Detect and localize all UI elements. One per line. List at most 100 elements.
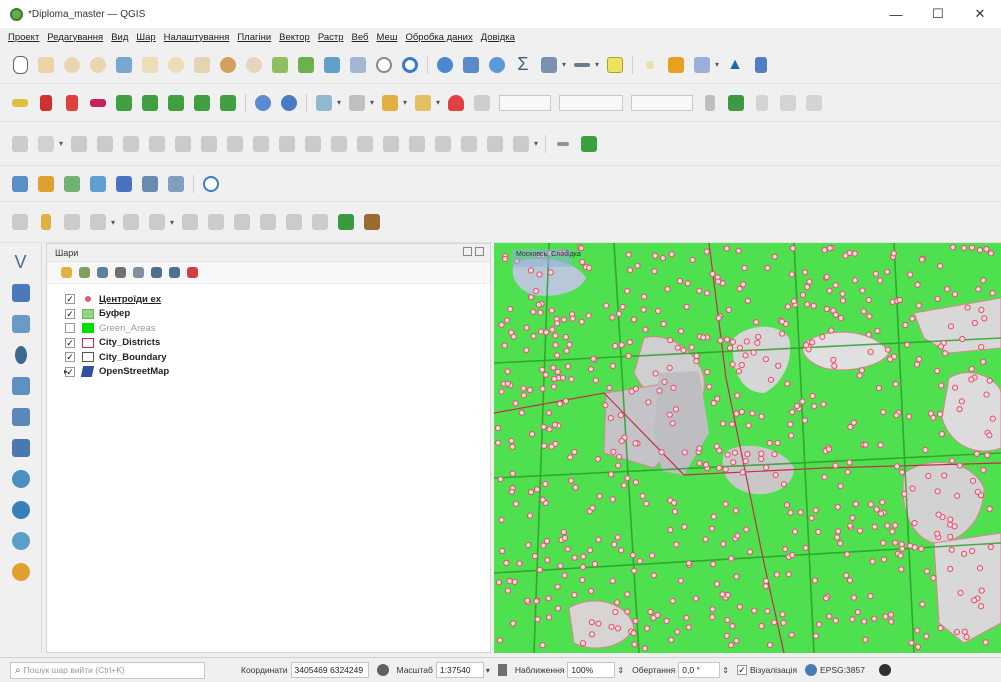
search-plugin-button[interactable] — [199, 173, 223, 195]
lock-scale-icon[interactable] — [497, 664, 507, 676]
reshape-button[interactable] — [802, 92, 826, 114]
add-raster-button[interactable] — [8, 282, 34, 304]
snapping-mode-field[interactable] — [631, 94, 694, 111]
toggle-edit-button[interactable] — [34, 211, 58, 233]
modify-attributes-dropdown-arrow[interactable]: ▾ — [170, 218, 174, 227]
graphical-modeler-button[interactable] — [360, 211, 384, 233]
processing-toolbox-button[interactable] — [577, 133, 601, 155]
crs-label[interactable]: EPSG:3857 — [820, 665, 865, 675]
digitize-segment-button[interactable] — [551, 133, 575, 155]
add-polygon-layer-button[interactable] — [86, 92, 110, 114]
menu-vector[interactable]: Вектор — [275, 32, 314, 43]
zoom-selection-button[interactable] — [138, 54, 162, 76]
menu-processing[interactable]: Обробка даних — [401, 32, 476, 43]
vertex-editor-button[interactable] — [119, 211, 143, 233]
layer-item[interactable]: ▸ ✓ OpenStreetMap — [47, 365, 490, 380]
map-tips-button[interactable] — [603, 54, 627, 76]
magnifier-field[interactable]: 100% — [567, 662, 616, 678]
undo-dropdown-arrow[interactable]: ▾ — [534, 139, 538, 148]
temporal-controller-button[interactable] — [320, 54, 344, 76]
clock-button[interactable] — [372, 54, 396, 76]
filter-legend-button[interactable] — [113, 266, 127, 280]
menu-edit[interactable]: Редагування — [43, 32, 107, 43]
vertex-tool-button[interactable] — [67, 133, 91, 155]
add-ring-button[interactable] — [197, 133, 221, 155]
layer-visibility-checkbox[interactable] — [65, 323, 75, 334]
magnet-button[interactable] — [444, 92, 468, 114]
select-by-expression-button[interactable] — [378, 92, 402, 114]
zoom-native-button[interactable] — [190, 54, 214, 76]
cut-features-button[interactable] — [204, 211, 228, 233]
select-expression-dropdown-arrow[interactable]: ▾ — [403, 98, 407, 107]
remove-layer-button[interactable] — [185, 266, 199, 280]
undo-edit-button[interactable] — [282, 211, 306, 233]
add-part-button[interactable] — [223, 133, 247, 155]
scale-field[interactable]: 1:37540 — [435, 662, 484, 678]
layer-item[interactable]: ✓ City_Districts — [47, 336, 490, 351]
layer-item[interactable]: ✓ Буфер — [47, 307, 490, 322]
menu-view[interactable]: Вид — [107, 32, 132, 43]
add-vector-layer-button[interactable] — [34, 173, 58, 195]
zoom-wms-button[interactable] — [251, 92, 275, 114]
labels-button[interactable] — [664, 54, 688, 76]
new-bookmark-button[interactable] — [268, 54, 292, 76]
delete-part-button[interactable] — [301, 133, 325, 155]
layer-visibility-checkbox[interactable]: ✓ — [65, 352, 75, 363]
delete-selected-button[interactable] — [178, 211, 202, 233]
trace-button[interactable] — [698, 92, 722, 114]
float-panel-icon[interactable] — [463, 247, 472, 256]
add-wms-button[interactable] — [8, 468, 34, 490]
pan-map-button[interactable] — [8, 54, 32, 76]
split-parts-button[interactable] — [405, 133, 429, 155]
crs-globe-icon[interactable] — [805, 664, 818, 676]
measure-dropdown-arrow[interactable]: ▾ — [562, 60, 566, 69]
new-layer-button[interactable] — [345, 92, 369, 114]
paste-features-button[interactable] — [256, 211, 280, 233]
add-record-button[interactable] — [34, 133, 58, 155]
modify-attributes-button[interactable] — [145, 211, 169, 233]
zoom-in-button[interactable] — [60, 54, 84, 76]
self-snapping-button[interactable] — [724, 92, 748, 114]
render-checkbox[interactable]: ✓ — [736, 665, 747, 675]
new-map-view-button[interactable] — [346, 54, 370, 76]
save-edits-button[interactable] — [8, 133, 32, 155]
pan-to-selection-button[interactable] — [34, 54, 58, 76]
menu-web[interactable]: Веб — [348, 32, 373, 43]
add-gpx-button[interactable] — [8, 375, 34, 397]
digitize-line-button[interactable] — [86, 211, 110, 233]
manage-themes-button[interactable] — [95, 266, 109, 280]
add-record-dropdown-arrow[interactable]: ▾ — [59, 139, 63, 148]
open-styling-button[interactable] — [59, 266, 73, 280]
field-calculator-button[interactable] — [312, 92, 336, 114]
layer-visibility-checkbox[interactable]: ✓ — [65, 337, 75, 348]
rotation-spin-icon[interactable]: ⇕ — [722, 666, 729, 675]
change-label-button[interactable] — [164, 92, 188, 114]
menu-mesh[interactable]: Меш — [373, 32, 402, 43]
extents-toggle-icon[interactable] — [376, 664, 389, 676]
new-layer-dropdown-arrow[interactable]: ▾ — [370, 98, 374, 107]
show-bookmarks-button[interactable] — [294, 54, 318, 76]
zoom-last-button[interactable] — [216, 54, 240, 76]
field-calculator-dropdown-arrow[interactable]: ▾ — [337, 98, 341, 107]
layer-item[interactable]: ✓ City_Boundary — [47, 350, 490, 365]
select-features-button[interactable] — [638, 54, 662, 76]
expand-arrow-icon[interactable]: ▸ — [61, 367, 71, 376]
pin-button[interactable] — [190, 92, 214, 114]
menu-settings[interactable]: Налаштування — [160, 32, 234, 43]
offset-curve-button[interactable] — [353, 133, 377, 155]
close-button[interactable]: ✕ — [959, 0, 1001, 28]
sum-button[interactable]: Σ — [511, 54, 535, 76]
data-source-manager-button[interactable] — [8, 173, 32, 195]
scale-dropdown-arrow[interactable]: ▾ — [486, 666, 490, 675]
messages-icon[interactable] — [878, 664, 891, 676]
add-csv-button[interactable] — [8, 344, 34, 366]
layer-item[interactable]: ✓ Центроїди ex — [47, 292, 490, 307]
add-point-layer-button[interactable] — [34, 92, 58, 114]
locator-search[interactable]: ⌕ Пошук шар вийти (Ctrl+K) — [10, 661, 205, 679]
delete-ring-button[interactable] — [275, 133, 299, 155]
layer-item[interactable]: Green_Areas — [47, 321, 490, 336]
minimize-button[interactable]: — — [875, 0, 917, 28]
annotation-button[interactable] — [570, 54, 594, 76]
show-hide-labels-button[interactable] — [216, 92, 240, 114]
maximize-button[interactable]: ☐ — [917, 0, 959, 28]
